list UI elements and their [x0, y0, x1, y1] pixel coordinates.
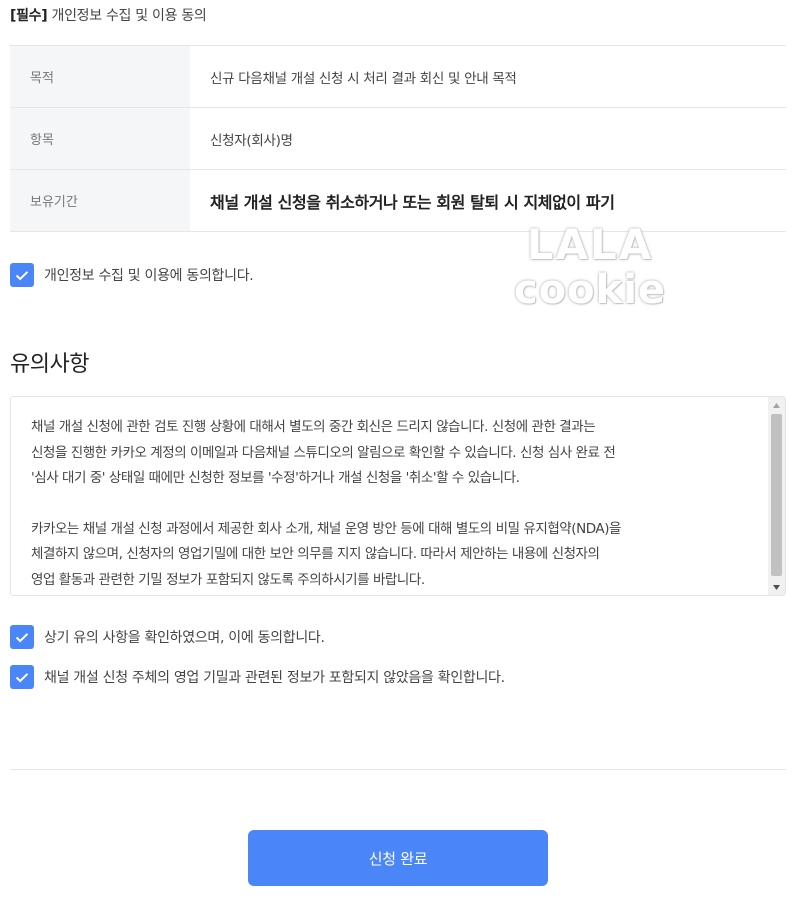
- row-value-retention: 채널 개설 신청을 취소하거나 또는 회원 탈퇴 시 지체없이 파기: [210, 192, 615, 212]
- notice-line: 카카오는 채널 개설 신청 과정에서 제공한 회사 소개, 채널 운영 방안 등…: [31, 520, 622, 537]
- row-value-items: 신청자(회사)명: [210, 132, 293, 149]
- scroll-up-arrow-icon[interactable]: [768, 397, 785, 413]
- watermark-logo: LALA cookie: [500, 220, 680, 314]
- submit-button[interactable]: 신청 완료: [248, 830, 548, 886]
- table-row: 목적 신규 다음채널 개설 신청 시 처리 결과 회신 및 안내 목적: [10, 45, 786, 108]
- notice-confirm-row[interactable]: 상기 유의 사항을 확인하였으며, 이에 동의합니다.: [10, 625, 325, 649]
- notice-textarea[interactable]: 채널 개설 신청에 관한 검토 진행 상황에 대해서 별도의 중간 회신은 드리…: [10, 396, 786, 596]
- watermark-line1: LALA: [526, 220, 654, 269]
- no-trade-secret-checkbox[interactable]: [10, 665, 34, 689]
- row-value-purpose: 신규 다음채널 개설 신청 시 처리 결과 회신 및 안내 목적: [210, 70, 517, 87]
- watermark-line2: cookie: [513, 267, 667, 314]
- consent-info-table: 목적 신규 다음채널 개설 신청 시 처리 결과 회신 및 안내 목적 항목 신…: [10, 45, 786, 232]
- notice-line: 체결하지 않으며, 신청자의 영업기밀에 대한 보안 의무를 지지 않습니다. …: [31, 546, 600, 562]
- check-icon: [15, 672, 29, 682]
- notice-text: 채널 개설 신청에 관한 검토 진행 상황에 대해서 별도의 중간 회신은 드리…: [31, 415, 766, 593]
- row-label-retention: 보유기간: [10, 169, 190, 232]
- row-label-items: 항목: [10, 107, 190, 170]
- no-trade-secret-row[interactable]: 채널 개설 신청 주체의 영업 기밀과 관련된 정보가 포함되지 않았음을 확인…: [10, 665, 505, 689]
- check-icon: [15, 632, 29, 642]
- scroll-thumb[interactable]: [771, 414, 782, 576]
- row-label-purpose: 목적: [10, 45, 190, 108]
- notice-title: 유의사항: [10, 352, 89, 377]
- divider: [10, 769, 786, 770]
- notice-scrollbar[interactable]: [768, 397, 785, 595]
- notice-confirm-label: 상기 유의 사항을 확인하였으며, 이에 동의합니다.: [44, 630, 325, 646]
- privacy-agree-checkbox[interactable]: [10, 263, 34, 287]
- required-tag: [필수]: [10, 8, 48, 24]
- consent-heading: [필수] 개인정보 수집 및 이용 동의: [10, 5, 207, 25]
- notice-line: '심사 대기 중' 상태일 때에만 신청한 정보를 '수정'하거나 개설 신청을…: [31, 470, 520, 486]
- privacy-agree-label: 개인정보 수집 및 이용에 동의합니다.: [44, 268, 254, 284]
- check-icon: [15, 270, 29, 280]
- consent-title: 개인정보 수집 및 이용 동의: [47, 8, 207, 24]
- scroll-down-arrow-icon[interactable]: [768, 579, 785, 595]
- notice-line: 신청을 진행한 카카오 계정의 이메일과 다음채널 스튜디오의 알림으로 확인할…: [31, 444, 616, 461]
- notice-line: 영업 활동과 관련한 기밀 정보가 포함되지 않도록 주의하시기를 바랍니다.: [31, 571, 425, 588]
- notice-line: 채널 개설 신청에 관한 검토 진행 상황에 대해서 별도의 중간 회신은 드리…: [31, 419, 596, 435]
- privacy-agree-row[interactable]: 개인정보 수집 및 이용에 동의합니다.: [10, 263, 254, 287]
- no-trade-secret-label: 채널 개설 신청 주체의 영업 기밀과 관련된 정보가 포함되지 않았음을 확인…: [44, 670, 505, 686]
- table-row: 항목 신청자(회사)명: [10, 107, 786, 170]
- notice-confirm-checkbox[interactable]: [10, 625, 34, 649]
